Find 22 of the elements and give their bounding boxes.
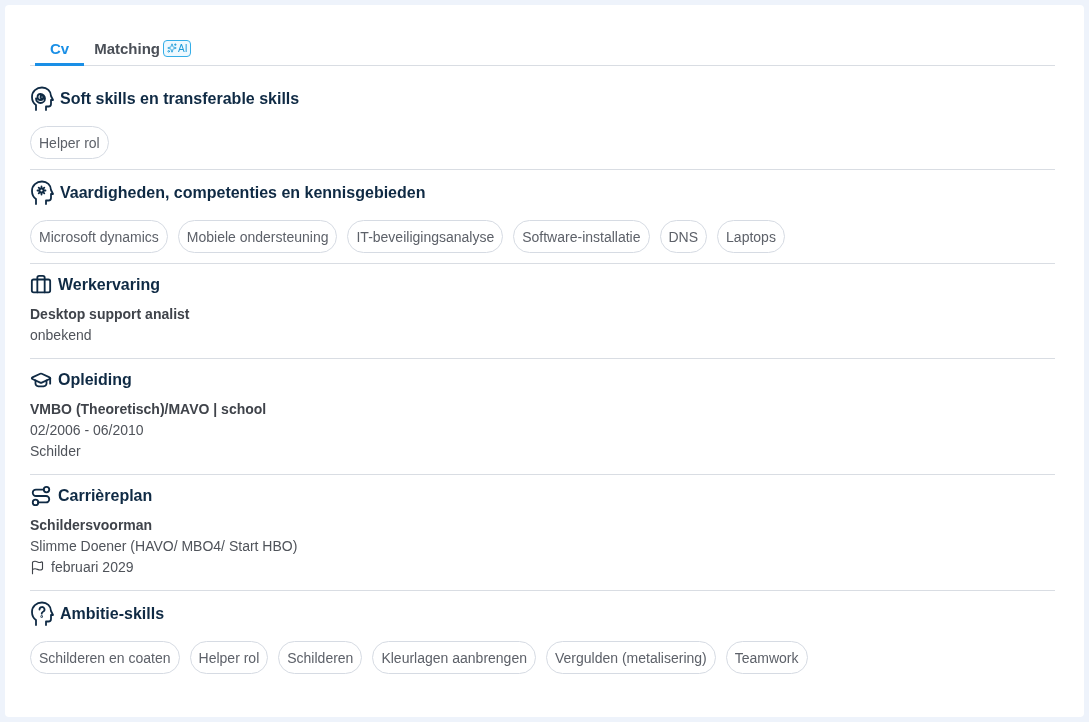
route-icon [30,485,52,507]
flag-icon [30,560,45,575]
section-title: Soft skills en transferable skills [60,90,300,108]
ai-badge: AI [163,39,192,57]
section-title: Carrièreplan [58,487,153,505]
head-icon [30,86,54,112]
head-icon [30,601,54,627]
goal-date: februari 2029 [51,558,134,577]
section-title: Ambitie-skills [60,605,165,623]
entry-title: Schildersvoorman [30,516,154,535]
entry-title: Desktop support analist [30,305,191,324]
entry-text: Schilder [30,442,82,461]
section-title: Vaardigheden, competenties en kennisgebieden [60,184,426,202]
entry-text: Slimme Doener (HAVO/ MBO4/ Start HBO) [30,537,299,556]
briefcase-icon [30,274,52,296]
entry-title: VMBO (Theoretisch)/MAVO | school [30,400,268,419]
entry-text: 02/2006 - 06/2010 [30,421,145,440]
entry-text: onbekend [30,326,93,345]
section-title: Werkervaring [58,276,160,294]
tab[interactable]: Matching AI [94,33,192,66]
section-title: Opleiding [58,371,132,389]
head-icon [30,180,54,206]
